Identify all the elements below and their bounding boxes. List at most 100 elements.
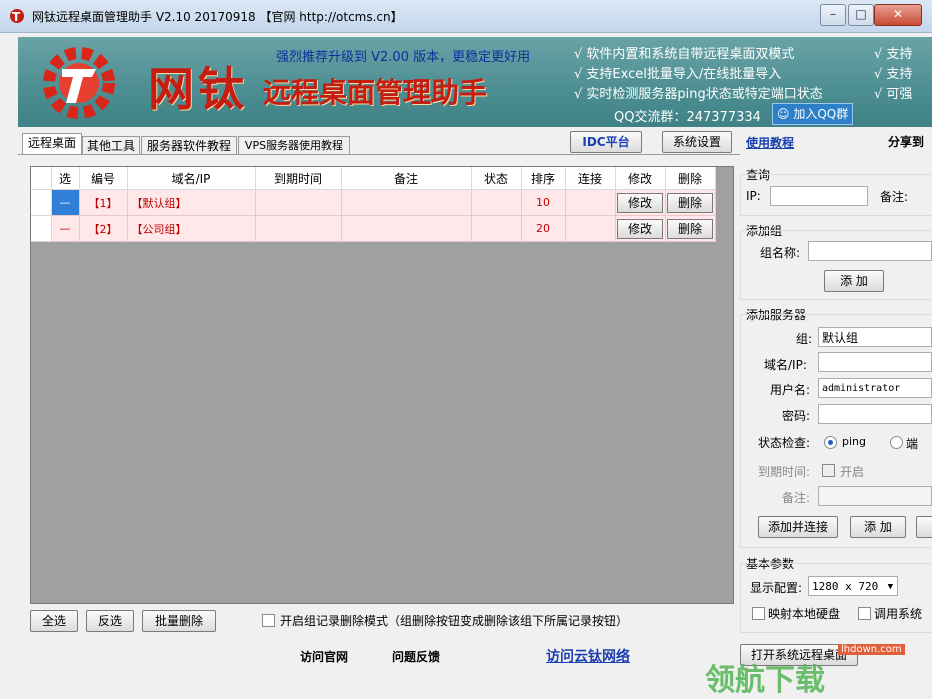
select-all-button[interactable]: 全选 (30, 610, 78, 632)
col-connect: 连接 (565, 167, 616, 190)
row-domain: 【默认组】 (127, 189, 256, 216)
invert-select-button[interactable]: 反选 (86, 610, 134, 632)
server-table: 选 编号 域名/IP 到期时间 备注 状态 排序 连接 修改 删除 — 【1】 … (30, 166, 734, 604)
feature-right-2: √ 支持 (874, 67, 913, 82)
tab-vps-guide[interactable]: VPS服务器使用教程 (238, 136, 350, 155)
row-status (471, 215, 522, 242)
share-label[interactable]: 分享到 (888, 133, 924, 150)
row-edit-button[interactable]: 修改 (617, 192, 663, 213)
table-row[interactable]: — 【2】 【公司组】 20 修改 删除 (31, 215, 716, 242)
feature-right-3: √ 可强 (874, 87, 913, 102)
logo-sub-text: 远程桌面管理助手 (263, 76, 488, 109)
display-config-select[interactable]: 1280 x 720 ▼ (808, 576, 898, 596)
col-domain: 域名/IP (127, 167, 256, 190)
row-select-cell[interactable]: — (51, 189, 80, 216)
expire-label: 到期时间: (758, 465, 811, 479)
row-order: 20 (521, 215, 566, 242)
banner: 网钛 远程桌面管理助手 强烈推荐升级到 V2.00 版本，更稳定更好用 √ 软件… (18, 37, 932, 127)
group-name-input[interactable] (808, 241, 932, 261)
feature-right-1: √ 支持 (874, 47, 913, 62)
tab-other-tools[interactable]: 其他工具 (82, 136, 140, 155)
row-delete-button[interactable]: 删除 (667, 218, 713, 239)
domain-input[interactable] (818, 352, 932, 372)
tab-remote-desktop[interactable]: 远程桌面 (22, 133, 82, 155)
server-note-label: 备注: (782, 491, 811, 505)
map-disk-checkbox[interactable] (752, 607, 765, 620)
col-delete: 删除 (665, 167, 716, 190)
server-note-input[interactable] (818, 486, 932, 506)
join-qq-label: 加入QQ群 (793, 107, 849, 121)
watermark-logo: 领航下载 (705, 663, 825, 698)
row-select-cell[interactable]: — (51, 215, 80, 242)
domain-label: 域名/IP: (764, 358, 807, 372)
group-name-label: 组名称: (760, 246, 801, 260)
col-expire: 到期时间 (255, 167, 342, 190)
row-note (341, 189, 472, 216)
map-disk-label: 映射本地硬盘 (768, 607, 841, 621)
row-edit-button[interactable]: 修改 (617, 218, 663, 239)
visit-site-link[interactable]: 访问官网 (300, 648, 348, 665)
col-edit: 修改 (615, 167, 666, 190)
row-delete-cell: 删除 (665, 189, 716, 216)
basic-params-box (740, 563, 932, 633)
group-delete-mode-label: 开启组记录删除模式（组删除按钮变成删除该组下所属记录按钮） (280, 614, 629, 628)
close-button[interactable]: ✕ (874, 4, 922, 26)
row-id: 【2】 (79, 215, 128, 242)
display-config-label: 显示配置: (750, 581, 803, 595)
gear-logo-icon (43, 47, 115, 119)
col-select: 选 (51, 167, 80, 190)
ping-label: ping (842, 435, 866, 448)
app-logo-icon: T (10, 9, 24, 24)
idc-platform-button[interactable]: IDC平台 (570, 131, 642, 153)
add-group-button[interactable]: 添 加 (824, 270, 884, 292)
row-status (471, 189, 522, 216)
row-delete-cell: 删除 (665, 215, 716, 242)
query-note-label: 备注: (880, 190, 909, 204)
join-qq-button[interactable]: ☺ 加入QQ群 (772, 103, 854, 125)
port-radio[interactable] (890, 436, 903, 449)
row-expire (255, 189, 342, 216)
tab-server-software[interactable]: 服务器软件教程 (141, 136, 237, 155)
query-ip-input[interactable] (770, 186, 868, 206)
server-group-select[interactable]: 默认组 (818, 327, 932, 347)
extra-server-button[interactable] (916, 516, 932, 538)
password-label: 密码: (782, 409, 811, 423)
row-delete-button[interactable]: 删除 (667, 192, 713, 213)
col-order: 排序 (521, 167, 566, 190)
chevron-down-icon: ▼ (887, 582, 893, 592)
row-indicator (31, 189, 52, 216)
username-input[interactable]: administrator (818, 378, 932, 398)
status-check-label: 状态检查: (758, 436, 811, 450)
system-settings-button[interactable]: 系统设置 (662, 131, 732, 153)
row-expire (255, 215, 342, 242)
qq-group-label: QQ交流群：247377334 (614, 110, 761, 125)
batch-delete-button[interactable]: 批量删除 (142, 610, 216, 632)
minimize-button[interactable]: – (820, 4, 846, 26)
group-delete-mode-checkbox[interactable] (262, 614, 275, 627)
row-connect[interactable] (565, 215, 616, 242)
password-input[interactable] (818, 404, 932, 424)
upgrade-promo[interactable]: 强烈推荐升级到 V2.00 版本，更稳定更好用 (276, 46, 530, 65)
row-edit-cell: 修改 (615, 189, 666, 216)
feature-2: √ 支持Excel批量导入/在线批量导入 (574, 67, 782, 82)
add-server-box (740, 314, 932, 548)
username-label: 用户名: (770, 383, 811, 397)
row-connect[interactable] (565, 189, 616, 216)
help-link[interactable]: 使用教程 (746, 134, 794, 151)
row-domain: 【公司组】 (127, 215, 256, 242)
col-status: 状态 (471, 167, 522, 190)
ping-radio[interactable] (824, 436, 837, 449)
maximize-button[interactable]: □ (848, 4, 874, 26)
expire-enable-checkbox[interactable] (822, 464, 835, 477)
row-indicator-header (31, 167, 52, 190)
col-id: 编号 (79, 167, 128, 190)
server-group-label: 组: (796, 332, 813, 346)
table-row[interactable]: — 【1】 【默认组】 10 修改 删除 (31, 189, 716, 216)
tab-divider (18, 154, 740, 155)
use-system-checkbox[interactable] (858, 607, 871, 620)
add-server-button[interactable]: 添 加 (850, 516, 906, 538)
feedback-link[interactable]: 问题反馈 (392, 648, 440, 665)
add-and-connect-button[interactable]: 添加并连接 (758, 516, 838, 538)
feature-3: √ 实时检测服务器ping状态或特定端口状态 (574, 87, 823, 102)
cloud-network-link[interactable]: 访问云钛网络 (546, 646, 630, 666)
